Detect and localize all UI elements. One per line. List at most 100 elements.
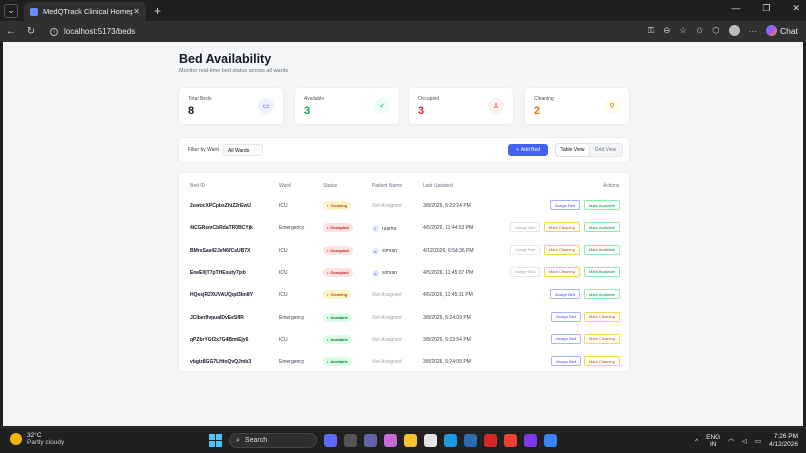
- assign-bed-button[interactable]: Assign Bed: [551, 356, 582, 367]
- table-row: qPZbrYGf2x7G4BmtEjy6 ICU • Available Not…: [179, 329, 629, 351]
- ward: ICU: [279, 292, 288, 299]
- status-badge: • Available: [323, 357, 352, 367]
- back-icon[interactable]: ←: [2, 26, 20, 37]
- assign-bed-button[interactable]: Assign Bed: [550, 200, 581, 210]
- assign-bed-button[interactable]: Assign Bed: [510, 244, 541, 255]
- battery-icon[interactable]: ▭: [755, 437, 761, 445]
- mark-available-button[interactable]: Mark Available: [584, 200, 620, 210]
- bed-icon: ▭: [258, 98, 274, 114]
- site-info-icon[interactable]: i: [50, 27, 58, 36]
- assign-bed-button[interactable]: Assign Bed: [550, 289, 581, 300]
- task-view-icon[interactable]: [344, 434, 357, 447]
- window-controls: — ❐ ✕: [731, 3, 800, 14]
- status-text: Available: [330, 314, 348, 320]
- clock[interactable]: 7:26 PM 4/12/2026: [769, 433, 798, 449]
- patient-name: simran: [382, 248, 398, 255]
- new-tab-icon[interactable]: +: [154, 4, 161, 18]
- mark-available-button[interactable]: Mark Available: [584, 289, 620, 300]
- close-window-icon[interactable]: ✕: [792, 3, 800, 14]
- search-icon: ⌕: [236, 436, 240, 444]
- favorites-icon[interactable]: ✩: [696, 25, 703, 36]
- maximize-icon[interactable]: ❐: [762, 3, 770, 14]
- address-bar: ← ↻ i localhost:5173/beds ⚿ ⊖ ☆ ✩ ⬡ ··· …: [0, 21, 806, 42]
- stat-label: Total Beds: [188, 96, 212, 102]
- chrome-profile-icon[interactable]: [524, 434, 537, 447]
- more-icon[interactable]: ···: [749, 26, 758, 36]
- mark-available-button[interactable]: Mark Available: [584, 244, 620, 255]
- language-indicator[interactable]: ENG IN: [706, 434, 720, 448]
- table-row: HQesjR2XUVAUQqd3bn8Y ICU • Cleaning Not …: [179, 284, 629, 306]
- weather-widget[interactable]: 32°C Partly cloudy: [10, 432, 64, 446]
- edge-icon[interactable]: [444, 434, 457, 447]
- ward: ICU: [279, 247, 288, 254]
- mark-available-button[interactable]: Mark Available: [584, 266, 620, 277]
- mark-cleaning-button[interactable]: Mark Cleaning: [544, 266, 580, 277]
- stat-value: 8: [188, 105, 195, 117]
- mark-cleaning-button[interactable]: Mark Cleaning: [544, 222, 580, 233]
- key-icon[interactable]: ⚿: [648, 25, 654, 36]
- stat-value: 2: [534, 105, 541, 117]
- grid-view-button[interactable]: Grid View: [589, 144, 622, 156]
- table-view-button[interactable]: Table View: [556, 144, 589, 156]
- status-badge: • Cleaning: [323, 290, 352, 300]
- last-updated: 4/5/2026, 11:45:11 PM: [423, 292, 473, 299]
- copilot-chat-button[interactable]: Chat: [766, 25, 798, 36]
- patient-name: Not Assigned: [372, 203, 402, 209]
- add-bed-button[interactable]: + Add Bed: [508, 144, 548, 156]
- stat-value: 3: [418, 105, 425, 117]
- last-updated: 4/12/2026, 6:54:36 PM: [423, 247, 474, 254]
- ward-select[interactable]: All Wards: [223, 144, 263, 156]
- mark-cleaning-button[interactable]: Mark Cleaning: [584, 333, 620, 344]
- tab-title: MedQTrack Clinical Homepage: [43, 7, 134, 16]
- refresh-icon[interactable]: ↻: [22, 26, 40, 37]
- profile-avatar[interactable]: [728, 25, 740, 36]
- mark-cleaning-button[interactable]: Mark Cleaning: [584, 311, 620, 322]
- beds-table: Bed ID Ward Status Patient Name Last Upd…: [179, 173, 629, 371]
- chevron-up-icon[interactable]: ^: [695, 438, 698, 445]
- assign-bed-button[interactable]: Assign Bed: [510, 222, 541, 233]
- browser-tab[interactable]: MedQTrack Clinical Homepage ✕: [24, 2, 146, 21]
- ward: Emergency: [279, 359, 305, 366]
- taskbar-search[interactable]: ⌕ Search: [229, 433, 317, 448]
- region-code: IN: [709, 441, 717, 448]
- chrome-icon[interactable]: [504, 434, 517, 447]
- minimize-icon[interactable]: —: [731, 3, 740, 14]
- assign-bed-button[interactable]: Assign Bed: [510, 266, 541, 277]
- stat-card-available: Available 3 ✓: [295, 88, 399, 124]
- extensions-icon[interactable]: ⬡: [712, 25, 719, 36]
- add-bed-label: Add Bed: [520, 147, 541, 153]
- assign-bed-button[interactable]: Assign Bed: [551, 311, 582, 322]
- vscode-icon[interactable]: [464, 434, 477, 447]
- url-field[interactable]: i localhost:5173/beds: [50, 27, 135, 36]
- mark-available-button[interactable]: Mark Available: [584, 222, 620, 233]
- mark-cleaning-button[interactable]: Mark Cleaning: [544, 244, 580, 255]
- last-updated: 3/8/2026, 5:24:09 PM: [423, 359, 471, 366]
- copilot-app-icon[interactable]: [324, 434, 337, 447]
- wifi-icon[interactable]: ◠: [728, 437, 734, 445]
- calculator-icon[interactable]: [424, 434, 437, 447]
- close-tab-icon[interactable]: ✕: [133, 7, 140, 16]
- mark-cleaning-button[interactable]: Mark Cleaning: [584, 356, 620, 367]
- windows-start-icon[interactable]: [209, 434, 222, 447]
- mcafee-icon[interactable]: [484, 434, 497, 447]
- url-text: localhost:5173/beds: [64, 27, 136, 36]
- windows-taskbar: 32°C Partly cloudy ⌕ Search ^ ENG IN ◠ ◁…: [0, 427, 806, 453]
- date: 4/12/2026: [769, 441, 798, 448]
- favorite-star-icon[interactable]: ☆: [679, 25, 687, 36]
- tab-list-icon[interactable]: ⌄: [4, 3, 18, 18]
- status-badge: • Occupied: [323, 267, 353, 277]
- file-explorer-icon[interactable]: [404, 434, 417, 447]
- patient-name: Not Assigned: [372, 359, 402, 366]
- col-header-updated: Last Updated: [423, 183, 453, 189]
- copilot-icon[interactable]: [384, 434, 397, 447]
- app-icon[interactable]: [544, 434, 557, 447]
- copilot-icon: [766, 25, 778, 36]
- status-dot-icon: •: [327, 292, 329, 298]
- volume-icon[interactable]: ◁: [742, 437, 747, 445]
- zoom-icon[interactable]: ⊖: [663, 25, 670, 36]
- filter-label: Filter by Ward: [188, 147, 219, 153]
- teams-icon[interactable]: [364, 434, 377, 447]
- assign-bed-button[interactable]: Assign Bed: [551, 333, 582, 344]
- bed-id: 2owocXPCpbsZhiZ2rEwU: [190, 203, 251, 209]
- temperature: 32°C: [27, 432, 42, 439]
